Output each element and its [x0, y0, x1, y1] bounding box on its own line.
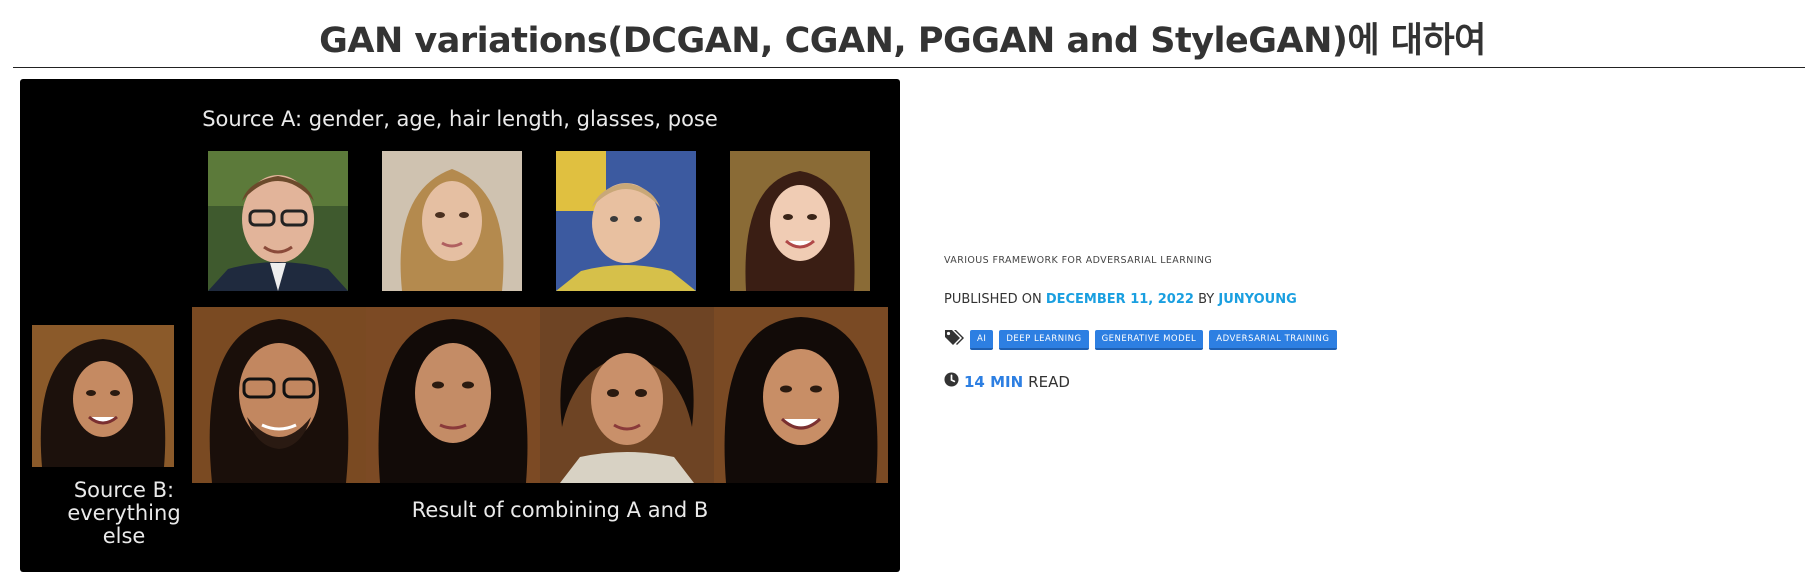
author-link[interactable]: JUNYOUNG: [1218, 292, 1296, 307]
source-a-face-4: [730, 151, 870, 291]
result-face-3: [540, 307, 714, 483]
result-face-2: [366, 307, 540, 483]
tag-generative-model[interactable]: GENERATIVE MODEL: [1094, 329, 1204, 350]
title-divider: [13, 67, 1805, 68]
hero-image: Source A: gender, age, hair length, glas…: [20, 79, 900, 572]
result-face-1: [192, 307, 366, 483]
read-time: 14 MIN READ: [944, 372, 1070, 391]
source-b-caption-line-3: else: [102, 524, 146, 548]
tag-ai[interactable]: AI: [970, 329, 994, 350]
source-b-caption-line-1: Source B:: [73, 478, 175, 502]
tags-icon: [944, 329, 964, 350]
tag-adversarial-training[interactable]: ADVERSARIAL TRAINING: [1209, 329, 1337, 350]
clock-icon: [944, 372, 959, 391]
post-subtitle: VARIOUS FRAMEWORK FOR ADVERSARIAL LEARNI…: [944, 255, 1213, 266]
result-caption: Result of combining A and B: [411, 498, 709, 522]
result-face-4: [714, 307, 888, 483]
read-time-label: READ: [1028, 372, 1070, 391]
source-a-face-3: [556, 151, 696, 291]
source-b-caption: Source B: everything else: [34, 479, 214, 548]
published-prefix: PUBLISHED ON: [944, 292, 1042, 307]
post-date-link[interactable]: DECEMBER 11, 2022: [1046, 292, 1194, 307]
read-time-value: 14 MIN: [964, 372, 1024, 391]
published-line: PUBLISHED ON DECEMBER 11, 2022 BY JUNYOU…: [944, 292, 1297, 307]
source-b-face: [32, 325, 174, 467]
source-b-caption-line-2: everything: [67, 501, 181, 525]
tag-deep-learning[interactable]: DEEP LEARNING: [999, 329, 1089, 350]
by-label: BY: [1198, 292, 1215, 307]
source-a-caption: Source A: gender, age, hair length, glas…: [202, 107, 718, 131]
page-title: GAN variations(DCGAN, CGAN, PGGAN and St…: [319, 21, 1486, 61]
source-a-face-1: [208, 151, 348, 291]
source-a-face-2: [382, 151, 522, 291]
tag-list: AI DEEP LEARNING GENERATIVE MODEL ADVERS…: [944, 329, 1337, 350]
